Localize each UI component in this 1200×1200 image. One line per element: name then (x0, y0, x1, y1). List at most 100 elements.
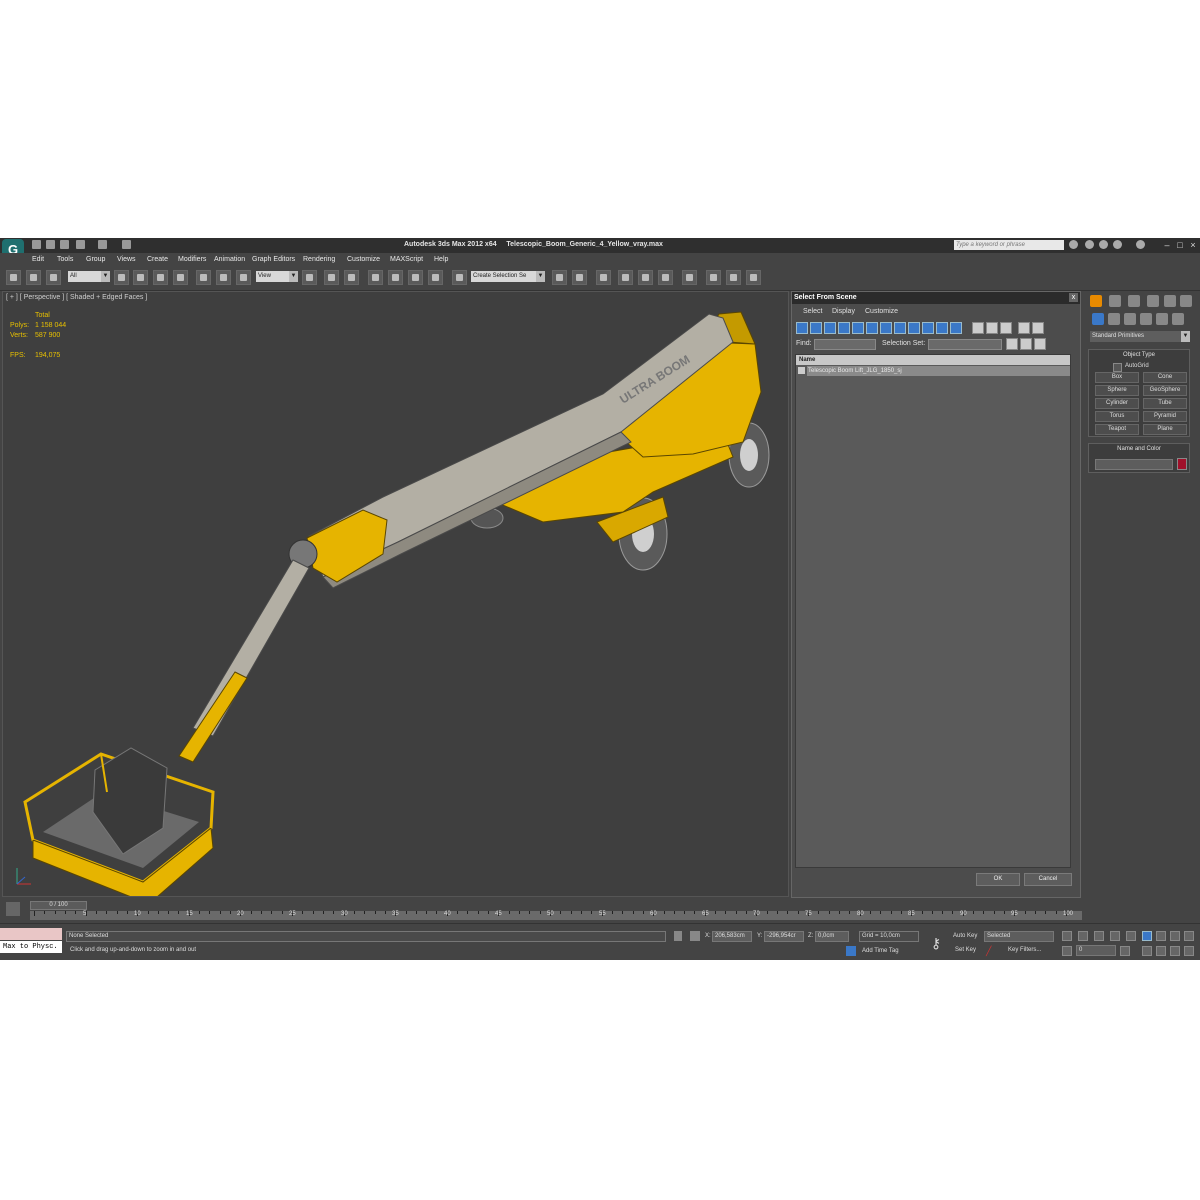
menu-group[interactable]: Group (86, 256, 105, 263)
timeline-track[interactable]: 5 10 15 20 25 30 35 40 45 50 55 60 65 70 75 80 85 90 95 100 (30, 911, 1082, 920)
torus-button[interactable]: Torus (1095, 411, 1139, 422)
menu-edit[interactable]: Edit (32, 256, 44, 263)
dialog-close-icon[interactable]: x (1069, 293, 1078, 302)
mini-curve-editor-icon[interactable] (6, 902, 20, 916)
display-frozen-icon[interactable] (936, 322, 948, 334)
menu-tools[interactable]: Tools (57, 256, 73, 263)
modify-tab-icon[interactable] (1109, 295, 1121, 307)
graphite-ribbon-icon[interactable] (618, 270, 633, 285)
select-manipulate-icon[interactable] (324, 270, 339, 285)
selection-set-dropdown[interactable] (928, 339, 1002, 350)
mirror-icon[interactable] (552, 270, 567, 285)
key-filters-button[interactable]: Key Filters... (1008, 947, 1041, 953)
dialog-menu-customize[interactable]: Customize (865, 308, 898, 315)
next-frame-icon[interactable] (1110, 931, 1120, 941)
display-groups-icon[interactable] (880, 322, 892, 334)
filter-icon[interactable] (1018, 322, 1030, 334)
key-mode-toggle-icon[interactable] (1062, 946, 1072, 956)
find-input[interactable] (814, 339, 876, 350)
menu-create[interactable]: Create (147, 256, 168, 263)
spinner-snap-icon[interactable] (428, 270, 443, 285)
rectangular-selection-icon[interactable] (153, 270, 168, 285)
box-button[interactable]: Box (1095, 372, 1139, 383)
pyramid-button[interactable]: Pyramid (1143, 411, 1187, 422)
tube-button[interactable]: Tube (1143, 398, 1187, 409)
percent-snap-icon[interactable] (408, 270, 423, 285)
display-space-warps-icon[interactable] (866, 322, 878, 334)
primitive-category-dropdown[interactable]: Standard Primitives ▼ (1090, 331, 1190, 342)
bind-space-warp-icon[interactable] (46, 270, 61, 285)
display-tab-icon[interactable] (1164, 295, 1176, 307)
menu-help[interactable]: Help (434, 256, 448, 263)
menu-rendering[interactable]: Rendering (303, 256, 335, 263)
menu-animation[interactable]: Animation (214, 256, 245, 263)
options-icon[interactable] (1034, 338, 1046, 350)
geosphere-button[interactable]: GeoSphere (1143, 385, 1187, 396)
align-icon[interactable] (572, 270, 587, 285)
object-name-input[interactable] (1095, 459, 1173, 470)
rendered-frame-window-icon[interactable] (726, 270, 741, 285)
project-folder-icon[interactable] (122, 240, 131, 249)
maxscript-listener-input[interactable]: Max to Physc. (0, 941, 62, 953)
auto-key-button[interactable]: Auto Key (953, 933, 977, 939)
time-tag-icon[interactable] (846, 946, 856, 956)
select-dependents-icon[interactable] (1032, 322, 1044, 334)
perspective-viewport[interactable]: [ + ] [ Perspective ] [ Shaded + Edged F… (2, 291, 789, 897)
motion-tab-icon[interactable] (1147, 295, 1159, 307)
dialog-menu-select[interactable]: Select (803, 308, 822, 315)
lock-selection-icon[interactable] (674, 931, 682, 941)
key-filter-icon[interactable]: ╱ (986, 946, 998, 956)
shapes-icon[interactable] (1108, 313, 1120, 325)
pivot-center-icon[interactable] (302, 270, 317, 285)
menu-maxscript[interactable]: MAXScript (390, 256, 423, 263)
z-coordinate-field[interactable]: 0,0cm (815, 931, 849, 942)
helpers-icon[interactable] (1156, 313, 1168, 325)
list-item[interactable]: Telescopic Boom Lift_JLG_1850_sj (796, 366, 1070, 376)
plane-button[interactable]: Plane (1143, 424, 1187, 435)
name-and-color-title[interactable]: Name and Color (1089, 444, 1189, 454)
utilities-tab-icon[interactable] (1180, 295, 1192, 307)
save-file-icon[interactable] (60, 240, 69, 249)
subscription-icon[interactable] (1085, 240, 1094, 249)
cylinder-button[interactable]: Cylinder (1095, 398, 1139, 409)
curve-editor-icon[interactable] (638, 270, 653, 285)
maxscript-listener-top[interactable] (0, 928, 62, 940)
keyboard-shortcut-icon[interactable] (344, 270, 359, 285)
zoom-extents-all-icon[interactable] (1184, 931, 1194, 941)
new-file-icon[interactable] (32, 240, 41, 249)
communication-icon[interactable] (1099, 240, 1108, 249)
scene-object-list[interactable]: Name Telescopic Boom Lift_JLG_1850_sj (795, 354, 1071, 868)
display-geometry-icon[interactable] (796, 322, 808, 334)
ok-button[interactable]: OK (976, 873, 1020, 886)
display-helpers-icon[interactable] (852, 322, 864, 334)
scale-icon[interactable] (236, 270, 251, 285)
reference-coordinate-dropdown[interactable]: View ▼ (256, 271, 298, 282)
key-icon[interactable]: ⚷ (926, 933, 946, 953)
current-frame-field[interactable]: 0 (1076, 945, 1116, 956)
cameras-icon[interactable] (1140, 313, 1152, 325)
field-of-view-icon[interactable] (1142, 946, 1152, 956)
help-search-input[interactable]: Type a keyword or phrase (954, 240, 1064, 250)
lights-icon[interactable] (1124, 313, 1136, 325)
menu-modifiers[interactable]: Modifiers (178, 256, 206, 263)
favorites-star-icon[interactable] (1113, 240, 1122, 249)
absolute-mode-icon[interactable] (690, 931, 700, 941)
select-all-icon[interactable] (972, 322, 984, 334)
play-icon[interactable] (1094, 931, 1104, 941)
cancel-button[interactable]: Cancel (1024, 873, 1072, 886)
display-xrefs-icon[interactable] (894, 322, 906, 334)
sort-icon[interactable] (1006, 338, 1018, 350)
render-setup-icon[interactable] (706, 270, 721, 285)
zoom-icon[interactable] (1142, 931, 1152, 941)
window-crossing-icon[interactable] (173, 270, 188, 285)
teapot-button[interactable]: Teapot (1095, 424, 1139, 435)
object-type-title[interactable]: Object Type (1089, 350, 1189, 360)
selection-filter-dropdown[interactable]: All ▼ (68, 271, 110, 282)
display-containers-icon[interactable] (922, 322, 934, 334)
geometry-icon[interactable] (1092, 313, 1104, 325)
maximize-viewport-icon[interactable] (1184, 946, 1194, 956)
boom-lift-model[interactable]: ULTRA BOOM (3, 292, 788, 896)
hierarchy-icon[interactable] (1020, 338, 1032, 350)
close-icon[interactable]: × (1188, 240, 1198, 250)
move-icon[interactable] (196, 270, 211, 285)
